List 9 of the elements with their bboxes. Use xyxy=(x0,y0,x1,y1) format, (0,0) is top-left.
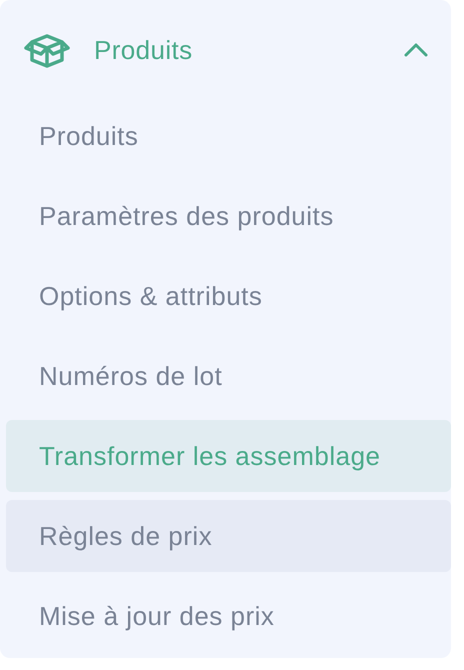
section-title[interactable]: Produits xyxy=(94,34,403,66)
menu-item[interactable]: Mise à jour des prix xyxy=(6,580,451,652)
menu-item[interactable]: Options & attributs xyxy=(6,260,451,332)
menu-item[interactable]: Règles de prix xyxy=(6,500,451,572)
chevron-icon[interactable] xyxy=(403,42,429,58)
menu-item[interactable]: Numéros de lot xyxy=(6,340,451,412)
menu-item[interactable]: Paramètres des produits xyxy=(6,180,451,252)
menu-item[interactable]: Transformer les assemblage xyxy=(6,420,451,492)
menu-item[interactable]: Produits xyxy=(6,100,451,172)
